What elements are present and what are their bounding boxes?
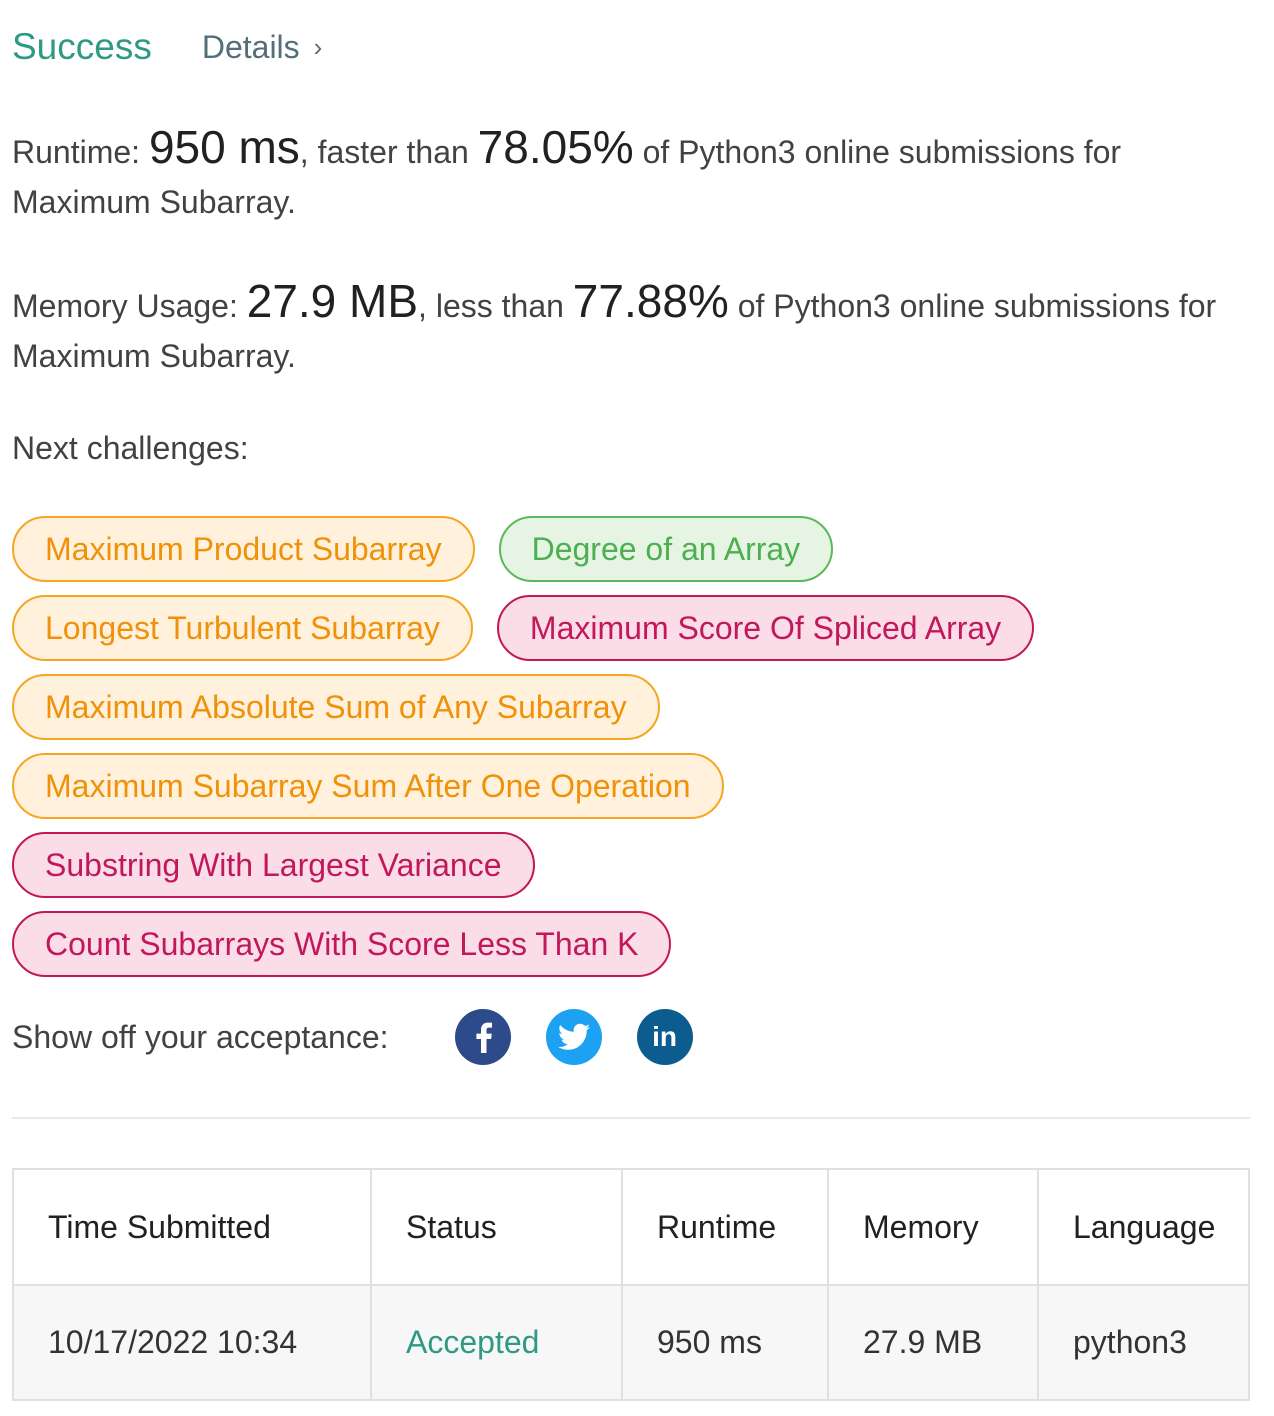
result-status: Success (12, 26, 152, 67)
table-cell: 10/17/2022 10:34 (12, 1284, 372, 1401)
table-cell: 27.9 MB (827, 1284, 1039, 1401)
next-challenges-list: Maximum Product Subarray Degree of an Ar… (12, 516, 1252, 990)
runtime-mid: , faster than (299, 134, 478, 170)
challenge-tag[interactable]: Maximum Product Subarray (12, 516, 475, 582)
submission-table: Time Submitted Status Runtime Memory Lan… (12, 1168, 1250, 1401)
challenge-tag[interactable]: Substring With Largest Variance (12, 832, 535, 898)
memory-label: Memory Usage: (12, 288, 247, 324)
details-label: Details (201, 28, 300, 65)
chevron-right-icon: › (313, 31, 323, 62)
share-section: Show off your acceptance: in (12, 1008, 728, 1066)
twitter-icon[interactable] (545, 1009, 602, 1065)
table-cell: 950 ms (621, 1284, 829, 1401)
table-row[interactable]: 10/17/2022 10:34 Accepted 950 ms 27.9 MB… (12, 1284, 1250, 1401)
column-header: Memory (827, 1168, 1039, 1286)
result-header: Success Details › (12, 22, 322, 72)
memory-value: 27.9 MB (246, 275, 419, 327)
runtime-label: Runtime: (12, 134, 149, 170)
column-header: Language (1037, 1168, 1250, 1286)
memory-mid: , less than (418, 288, 573, 324)
column-header: Runtime (621, 1168, 829, 1286)
next-challenges-label: Next challenges: (12, 430, 249, 466)
challenge-tag[interactable]: Longest Turbulent Subarray (12, 595, 473, 661)
table-header-row: Time Submitted Status Runtime Memory Lan… (12, 1168, 1250, 1286)
table-cell: python3 (1037, 1284, 1250, 1401)
column-header: Time Submitted (12, 1168, 372, 1286)
linkedin-icon[interactable]: in (636, 1009, 693, 1065)
challenge-tag[interactable]: Maximum Score Of Spliced Array (496, 595, 1035, 661)
divider (12, 1117, 1250, 1119)
runtime-percent: 78.05% (477, 121, 634, 173)
challenge-tag[interactable]: Maximum Absolute Sum of Any Subarray (12, 674, 660, 740)
runtime-summary: Runtime: 950 ms, faster than 78.05% of P… (12, 122, 1252, 227)
column-header: Status (370, 1168, 623, 1286)
linkedin-icon-text: in (652, 1021, 677, 1052)
memory-summary: Memory Usage: 27.9 MB, less than 77.88% … (12, 276, 1252, 381)
runtime-value: 950 ms (148, 121, 300, 173)
memory-percent: 77.88% (572, 275, 729, 327)
status-link[interactable]: Accepted (370, 1284, 623, 1401)
challenge-tag[interactable]: Count Subarrays With Score Less Than K (12, 911, 672, 977)
facebook-icon[interactable] (454, 1009, 511, 1065)
share-label: Show off your acceptance: (12, 1018, 389, 1055)
details-link[interactable]: Details › (202, 29, 322, 66)
challenge-tag[interactable]: Degree of an Array (498, 516, 834, 582)
challenge-tag[interactable]: Maximum Subarray Sum After One Operation (12, 753, 724, 819)
